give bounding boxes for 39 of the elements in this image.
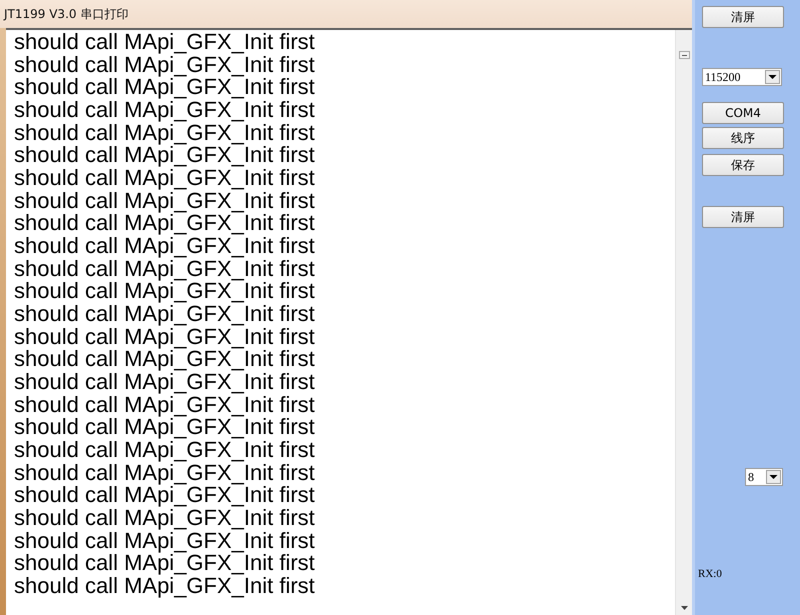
log-line: should call MApi_GFX_Init first [14, 54, 315, 76]
log-line: should call MApi_GFX_Init first [14, 31, 315, 54]
log-line: should call MApi_GFX_Init first [14, 371, 315, 394]
caret-icon [766, 470, 781, 484]
dropdown[interactable]: 8 [745, 468, 783, 486]
log-line: should call MApi_GFX_Init first [14, 303, 315, 326]
log-line: should call MApi_GFX_Init first [14, 76, 315, 100]
scrollbar[interactable] [675, 30, 692, 615]
panel-button[interactable]: 清屏 [702, 206, 784, 228]
log-line: should call MApi_GFX_Init first [14, 326, 315, 348]
log-line: should call MApi_GFX_Init first [14, 167, 315, 190]
scroll-down-arrow-icon[interactable] [680, 606, 688, 610]
caret-icon [765, 70, 780, 84]
log-line: should call MApi_GFX_Init first [14, 212, 315, 236]
log-line: should call MApi_GFX_Init first [14, 190, 315, 212]
log-line: should call MApi_GFX_Init first [14, 507, 315, 530]
log-line: should call MApi_GFX_Init first [14, 235, 315, 258]
dropdown[interactable]: 115200 [702, 68, 782, 86]
log-line: should call MApi_GFX_Init first [14, 462, 315, 484]
log-line: should call MApi_GFX_Init first [14, 575, 315, 598]
status-text: RX:0 [698, 568, 722, 580]
log-line: should call MApi_GFX_Init first [14, 144, 315, 168]
panel-button[interactable]: 保存 [702, 154, 784, 176]
log-line: should call MApi_GFX_Init first [14, 484, 315, 508]
log-line: should call MApi_GFX_Init first [14, 280, 315, 304]
log-line: should call MApi_GFX_Init first [14, 416, 315, 440]
scroll-thumb[interactable] [678, 51, 690, 59]
log-line: should call MApi_GFX_Init first [14, 530, 315, 552]
log-line: should call MApi_GFX_Init first [14, 99, 315, 122]
log-line: should call MApi_GFX_Init first [14, 258, 315, 280]
panel-button[interactable]: 清屏 [702, 6, 784, 28]
panel-button[interactable]: COM4 [702, 102, 784, 124]
panel-button[interactable]: 线序 [702, 127, 784, 149]
log-line: should call MApi_GFX_Init first [14, 394, 315, 416]
log-line: should call MApi_GFX_Init first [14, 122, 315, 144]
log-line: should call MApi_GFX_Init first [14, 552, 315, 576]
log-line: should call MApi_GFX_Init first [14, 348, 315, 372]
log-line: should call MApi_GFX_Init first [14, 439, 315, 462]
window-title: JT1199 V3.0 串口打印 [4, 6, 128, 22]
